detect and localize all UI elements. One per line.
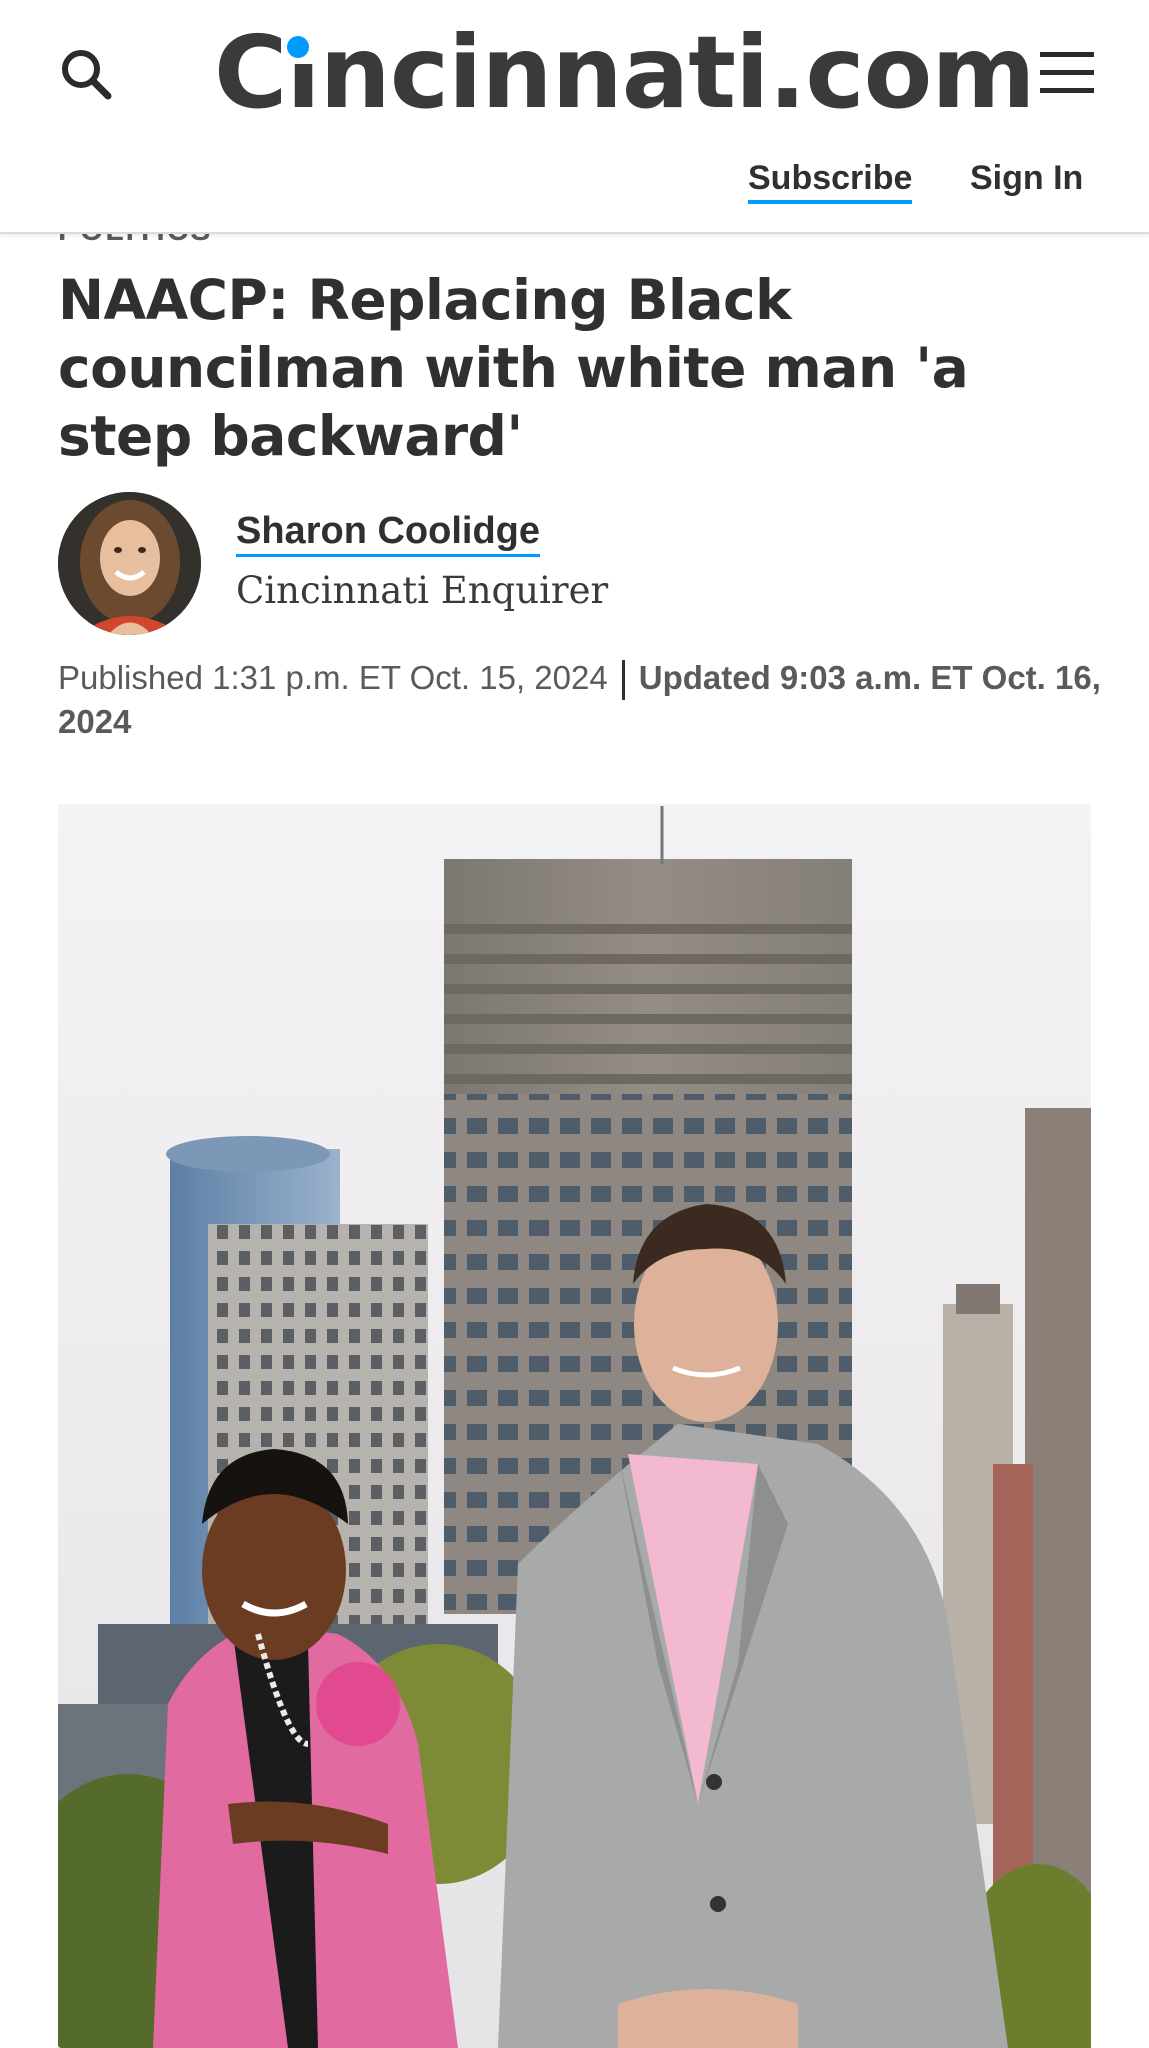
hero-photo[interactable] [58,804,1091,2048]
author-organization: Cincinnati Enquirer [236,569,609,612]
hamburger-menu-icon [1040,52,1094,93]
article-headline: NAACP: Replacing Black councilman with w… [58,268,969,468]
dateline-separator [621,660,625,701]
sign-in-link[interactable]: Sign In [970,158,1083,198]
logo-dot [287,36,309,58]
author-name-link[interactable]: Sharon Coolidge [236,508,540,557]
article-dateline: Published 1:31 p.m. ET Oct. 15, 2024 Upda… [58,656,1108,744]
published-timestamp: Published 1:31 p.m. ET Oct. 15, 2024 [58,659,608,696]
search-icon [62,50,112,100]
menu-button[interactable] [1030,40,1100,110]
site-header: Cincinnati.com Subscribe Sign In [0,0,1149,234]
subscribe-link[interactable]: Subscribe [748,158,913,204]
search-button[interactable] [52,40,122,110]
site-logo[interactable]: Cincinnati.com [214,18,1036,128]
author-avatar[interactable] [58,492,201,635]
